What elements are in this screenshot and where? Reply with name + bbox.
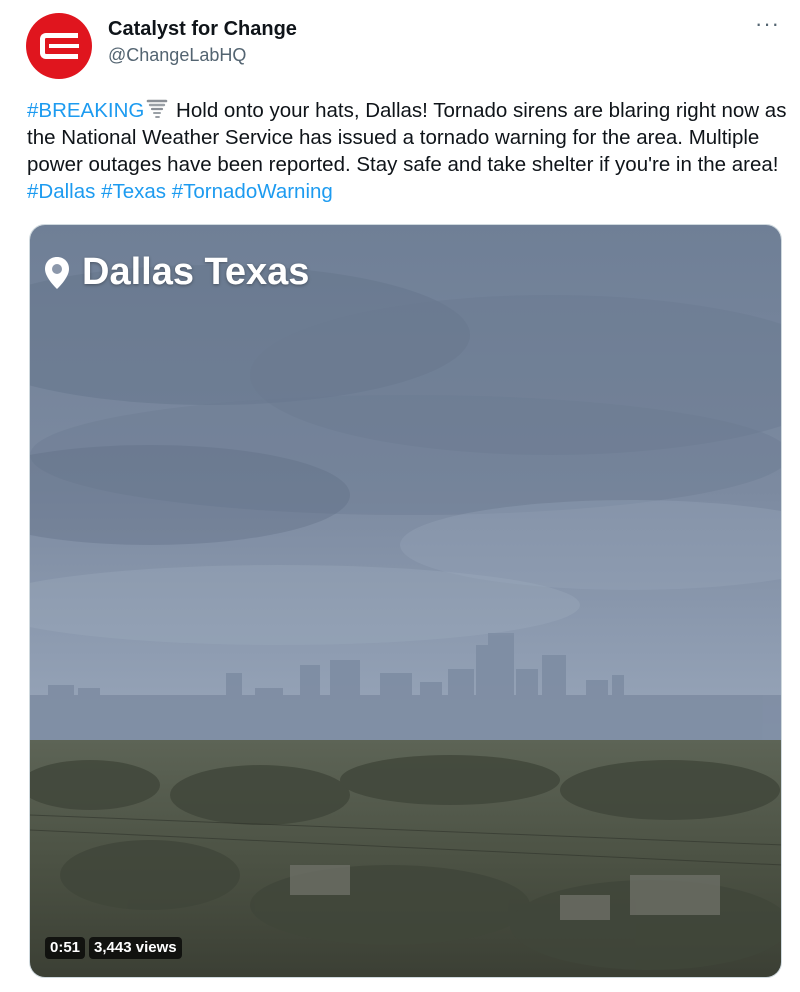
video-player[interactable]: Dallas Texas 0:51 3,443 views — [29, 224, 782, 978]
video-badges: 0:51 3,443 views — [45, 937, 182, 959]
author-display-name[interactable]: Catalyst for Change — [108, 16, 297, 42]
location-text: Dallas Texas — [82, 251, 310, 293]
brand-logo-icon — [40, 33, 79, 59]
map-pin-icon — [45, 256, 69, 289]
video-frame-dallas-skyline — [30, 225, 781, 977]
hashtag-texas[interactable]: #Texas — [101, 180, 166, 203]
hashtag-breaking[interactable]: #BREAKING — [27, 99, 144, 122]
author-handle[interactable]: @ChangeLabHQ — [108, 42, 297, 68]
more-options-icon[interactable]: ··· — [755, 13, 780, 35]
tornado-emoji-icon — [147, 99, 168, 118]
view-count: 3,443 views — [89, 937, 182, 959]
hashtag-tornadowarning[interactable]: #TornadoWarning — [172, 180, 333, 203]
avatar[interactable] — [26, 13, 92, 79]
tweet-header: Catalyst for Change @ChangeLabHQ — [108, 16, 297, 68]
hashtag-dallas[interactable]: #Dallas — [27, 180, 95, 203]
location-label: Dallas Texas — [44, 251, 309, 294]
tweet-text: #BREAKING Hold onto your hats, Dallas! T… — [27, 97, 787, 205]
video-duration: 0:51 — [45, 937, 86, 959]
